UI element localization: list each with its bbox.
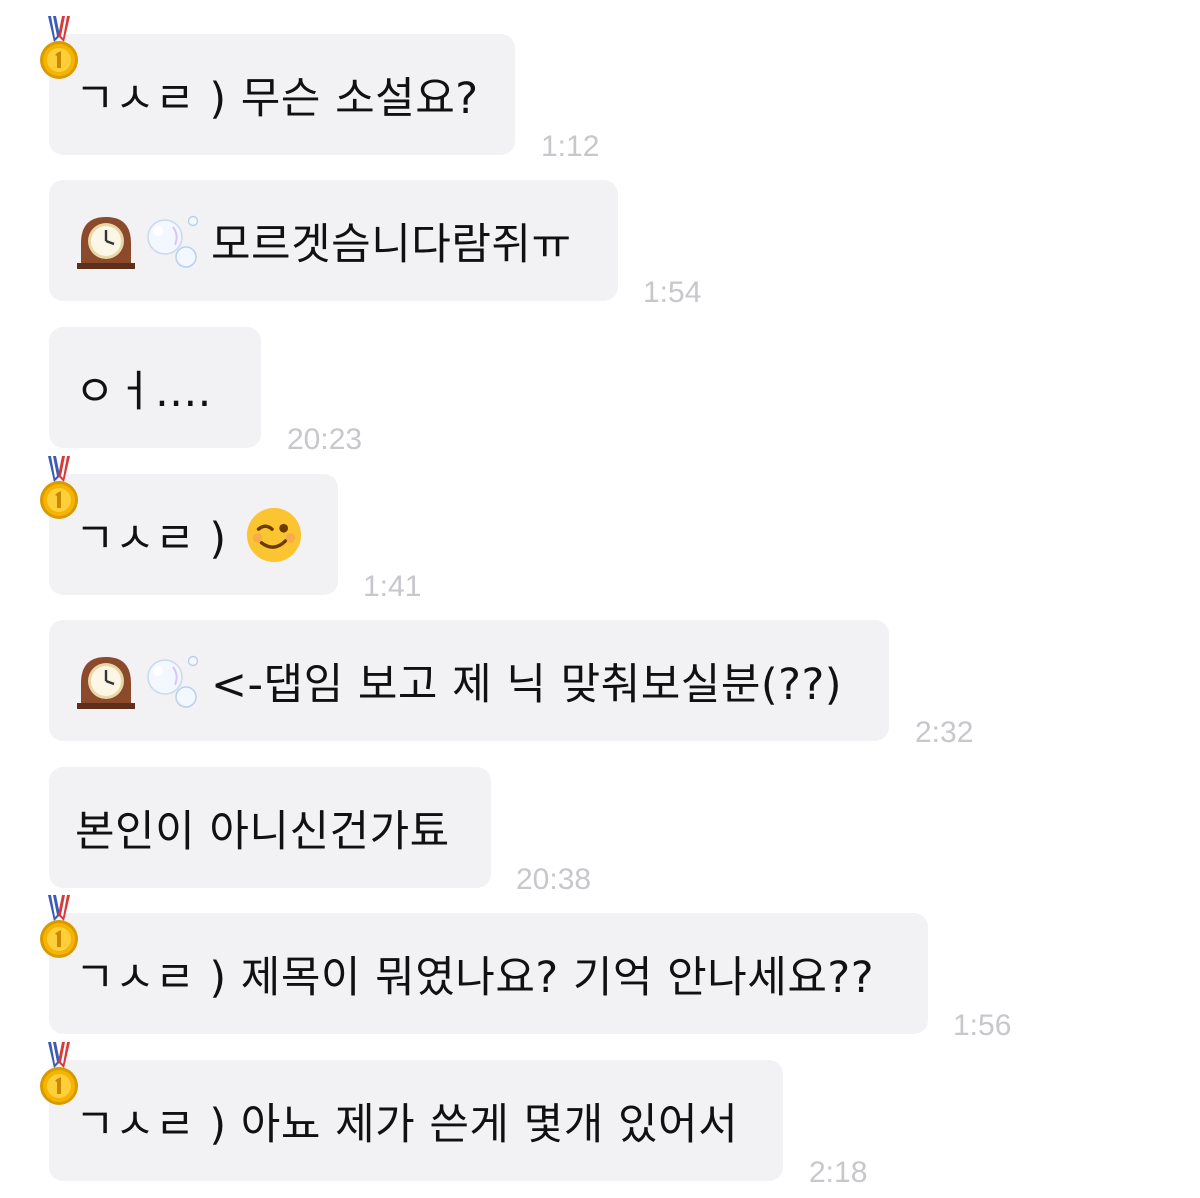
message-text: <-댑임 보고 제 닉 맞춰보실분(??) bbox=[211, 659, 843, 710]
winking-face-icon bbox=[245, 506, 303, 564]
chat-thread: ㄱㅅㄹ ) 무슨 소설요? 1:12 모르겟슴니다람쥐ㅠ 1:54 ㅇㅓ....… bbox=[0, 0, 1200, 1198]
message-row[interactable]: ㄱㅅㄹ ) 아뇨 제가 쓴게 몇개 있어서 2:18 bbox=[49, 1060, 867, 1189]
message-time: 20:23 bbox=[287, 423, 363, 456]
message-row[interactable]: ㄱㅅㄹ ) 제목이 뭐였나요? 기억 안나세요?? 1:56 bbox=[49, 913, 1011, 1042]
message-row[interactable]: ㄱㅅㄹ ) 무슨 소설요? 1:12 bbox=[49, 34, 599, 163]
medal-icon bbox=[38, 895, 80, 961]
message-text: ㄱㅅㄹ ) 제목이 뭐였나요? 기억 안나세요?? bbox=[75, 952, 875, 1003]
message-row[interactable]: ㅇㅓ.... 20:23 bbox=[49, 327, 362, 456]
message-time: 20:38 bbox=[516, 863, 592, 896]
message-text: 모르겟슴니다람쥐ㅠ bbox=[211, 219, 572, 270]
message-text: ㅇㅓ.... bbox=[75, 366, 212, 417]
message-text: 본인이 아니신건가툐 bbox=[75, 806, 450, 857]
message-time: 1:41 bbox=[363, 570, 422, 603]
message-row[interactable]: <-댑임 보고 제 닉 맞춰보실분(??) 2:32 bbox=[49, 620, 973, 749]
mantelpiece-clock-icon bbox=[75, 653, 137, 709]
message-bubble[interactable]: ㅇㅓ.... bbox=[49, 327, 261, 448]
bubbles-icon bbox=[143, 653, 205, 709]
message-time: 1:56 bbox=[953, 1009, 1012, 1042]
message-time: 2:18 bbox=[809, 1156, 868, 1189]
message-text: ㄱㅅㄹ ) bbox=[75, 513, 227, 564]
message-time: 1:12 bbox=[541, 130, 600, 163]
message-text: ㄱㅅㄹ ) 무슨 소설요? bbox=[75, 73, 479, 124]
medal-icon bbox=[38, 1042, 80, 1108]
message-time: 2:32 bbox=[915, 716, 974, 749]
message-row[interactable]: ㄱㅅㄹ ) 1:41 bbox=[49, 474, 421, 603]
message-bubble[interactable]: ㄱㅅㄹ ) 제목이 뭐였나요? 기억 안나세요?? bbox=[49, 913, 928, 1034]
message-bubble[interactable]: 모르겟슴니다람쥐ㅠ bbox=[49, 180, 618, 301]
mantelpiece-clock-icon bbox=[75, 213, 137, 269]
medal-icon bbox=[38, 16, 80, 82]
message-bubble[interactable]: ㄱㅅㄹ ) 아뇨 제가 쓴게 몇개 있어서 bbox=[49, 1060, 783, 1181]
message-row[interactable]: 본인이 아니신건가툐 20:38 bbox=[49, 767, 591, 896]
message-bubble[interactable]: ㄱㅅㄹ ) bbox=[49, 474, 338, 595]
bubbles-icon bbox=[143, 213, 205, 269]
message-bubble[interactable]: 본인이 아니신건가툐 bbox=[49, 767, 491, 888]
message-text: ㄱㅅㄹ ) 아뇨 제가 쓴게 몇개 있어서 bbox=[75, 1099, 739, 1150]
message-time: 1:54 bbox=[643, 276, 702, 309]
message-row[interactable]: 모르겟슴니다람쥐ㅠ 1:54 bbox=[49, 180, 701, 309]
message-bubble[interactable]: <-댑임 보고 제 닉 맞춰보실분(??) bbox=[49, 620, 889, 741]
medal-icon bbox=[38, 456, 80, 522]
message-bubble[interactable]: ㄱㅅㄹ ) 무슨 소설요? bbox=[49, 34, 515, 155]
